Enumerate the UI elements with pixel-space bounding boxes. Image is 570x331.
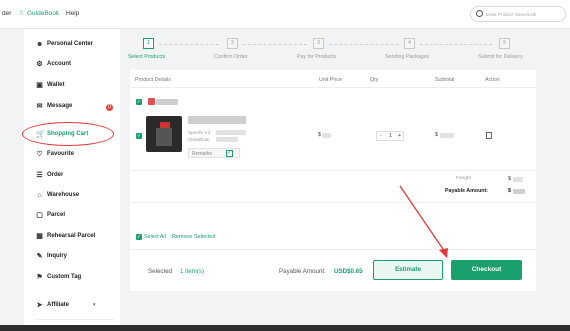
product-spec-line-1: Specific Inf: [188, 130, 211, 135]
sidebar-item-inquiry[interactable]: ✎ Inquiry: [36, 253, 67, 260]
account-icon: ⚙: [36, 61, 43, 68]
heart-icon: ♡: [36, 151, 43, 158]
step-2-label: Confirm Order: [214, 54, 248, 60]
sidebar-item-affiliate[interactable]: ➤ Affiliate ▾: [36, 302, 96, 309]
step-4-label: Sending Packages: [385, 54, 430, 60]
qty-value[interactable]: 1: [389, 133, 392, 139]
step-connector: [420, 44, 492, 45]
checkout-button[interactable]: Checkout: [451, 260, 522, 280]
step-connector: [243, 44, 307, 45]
rehearsal-icon: ▦: [36, 233, 43, 240]
unit-price-prefix: $: [318, 132, 321, 138]
quantity-stepper[interactable]: - 1 +: [376, 131, 404, 141]
shop-checkbox[interactable]: ✓: [136, 99, 142, 105]
select-all-label[interactable]: Select All: [144, 234, 166, 240]
bottom-edge: [0, 325, 570, 331]
step-connector: [329, 44, 399, 45]
affiliate-icon: ➤: [36, 302, 43, 309]
product-checkbox[interactable]: ✓: [136, 133, 142, 139]
step-5-marker: 5: [499, 38, 510, 49]
qty-plus-button[interactable]: +: [398, 133, 401, 139]
search-box[interactable]: Enter Product Name/Link: [470, 6, 566, 22]
person-icon: ☻: [36, 41, 44, 48]
warehouse-icon: ⌂: [37, 192, 42, 199]
product-spec-value: [216, 130, 246, 135]
unit-price-value: [322, 133, 331, 138]
step-3-label: Pay for Products: [297, 54, 337, 60]
step-connector: [159, 44, 219, 45]
header-subtotal: Subtotal: [435, 77, 455, 83]
product-spec-value: [216, 137, 238, 142]
summary-divider: [130, 202, 536, 203]
sidebar-item-rehearsal-parcel[interactable]: ▦ Rehearsal Parcel: [36, 233, 95, 240]
step-1-marker: 1: [143, 38, 154, 49]
subtotal-prefix: $: [435, 132, 438, 138]
tag-icon: ⚑: [36, 274, 43, 281]
sidebar-item-favourite[interactable]: ♡ Favourite: [36, 151, 74, 158]
payable-amount-label: Payable Amount:: [445, 188, 489, 194]
product-thumbnail[interactable]: [146, 116, 182, 152]
header-qty: Qty: [370, 77, 379, 83]
sidebar-item-parcel[interactable]: ▢ Parcel: [36, 212, 65, 219]
sidebar-item-warehouse[interactable]: ⌂ Warehouse: [36, 192, 79, 199]
selected-count: 1 item(s): [180, 268, 205, 275]
estimate-button[interactable]: Estimate: [373, 260, 443, 280]
step-4-marker: 4: [404, 38, 415, 49]
top-bar: der ☃ GuideBook Help Enter Product Name/…: [0, 0, 570, 29]
shop-name: [156, 99, 178, 105]
sidebar-item-message[interactable]: ✉ Message: [36, 103, 73, 110]
header-product-details: Product Details: [135, 77, 171, 83]
header-unit-price: Unit Price: [319, 77, 342, 83]
sidebar-item-order[interactable]: ☰ Order: [36, 172, 63, 179]
checkout-steps: 1 Select Products 2 Confirm Order 3 Pay …: [124, 34, 536, 64]
inquiry-icon: ✎: [36, 253, 43, 260]
product-title[interactable]: [188, 116, 246, 124]
search-input[interactable]: Enter Product Name/Link: [486, 12, 536, 17]
select-all-checkbox[interactable]: ✓: [136, 234, 142, 240]
sidebar-divider: [34, 319, 114, 320]
bottom-payable-label: Payable Amount:: [279, 268, 326, 275]
payable-amount-value: [513, 189, 525, 194]
step-3-marker: 3: [313, 38, 324, 49]
sidebar-item-account[interactable]: ⚙ Account: [36, 61, 71, 68]
bottom-payable-value: USD$0.65: [334, 268, 363, 275]
step-1-label: Select Products: [128, 54, 166, 60]
delete-icon[interactable]: [486, 132, 492, 139]
freight-prefix: $: [508, 176, 511, 182]
sidebar-item-wallet[interactable]: ▣ Wallet: [36, 82, 64, 89]
step-5-label: Submit for Delivery: [478, 54, 523, 60]
nav-help-link[interactable]: Help: [66, 10, 79, 17]
step-2-marker: 2: [227, 38, 238, 49]
subtotal-value: [440, 133, 454, 138]
message-badge: 0: [106, 104, 113, 111]
qty-minus-button[interactable]: -: [380, 133, 382, 139]
nav-order-link[interactable]: der: [2, 10, 11, 17]
search-icon: [476, 10, 483, 17]
remark-field[interactable]: Remarks ✓: [188, 148, 240, 158]
header-action: Action: [485, 77, 500, 83]
sidebar-item-custom-tag[interactable]: ⚑ Custom Tag: [36, 274, 81, 281]
nav-guidebook-link[interactable]: GuideBook: [27, 10, 59, 17]
header-divider: [130, 87, 536, 88]
bell-icon: ☃: [18, 10, 25, 17]
parcel-icon: ▢: [36, 212, 43, 219]
checkout-bar: Selected 1 item(s) Payable Amount: USD$0…: [130, 249, 536, 291]
selected-label: Selected: [148, 268, 173, 275]
message-icon: ✉: [36, 103, 43, 110]
sidebar: ☻ Personal Center ⚙ Account ▣ Wallet ✉ Messa…: [24, 29, 120, 331]
order-icon: ☰: [36, 172, 43, 179]
shop-logo: [148, 98, 155, 105]
wallet-icon: ▣: [36, 82, 43, 89]
freight-label: Freight: [456, 176, 471, 181]
edit-icon[interactable]: ✓: [226, 150, 233, 157]
annotation-circle: [22, 122, 114, 146]
product-spec-line-2: Classificati: [188, 137, 210, 142]
freight-value: [513, 177, 523, 182]
chevron-down-icon: ▾: [93, 302, 96, 308]
product-divider: [130, 170, 536, 171]
sidebar-item-personal-center[interactable]: ☻ Personal Center: [36, 41, 93, 48]
remove-selected-link[interactable]: Remove Selected: [172, 234, 215, 240]
payable-amount-prefix: $: [508, 188, 511, 194]
